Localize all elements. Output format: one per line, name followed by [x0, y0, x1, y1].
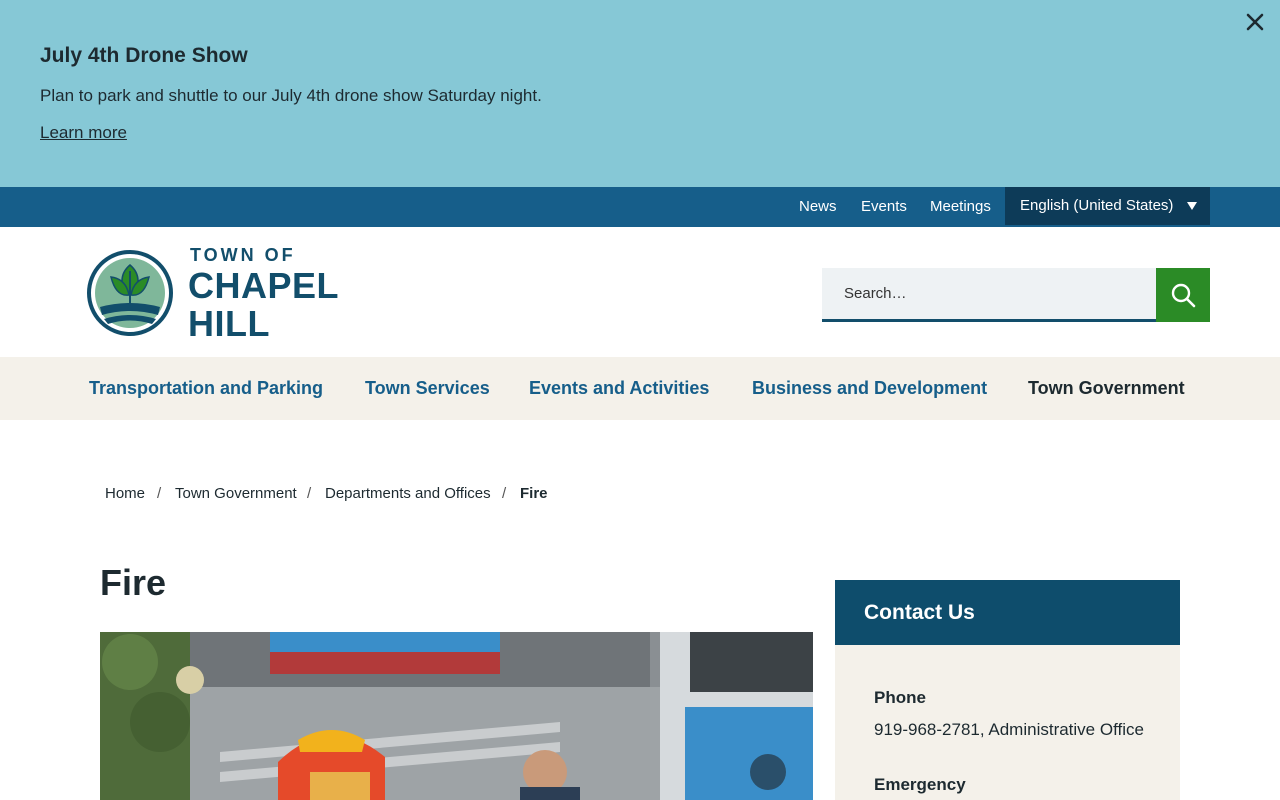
breadcrumb-separator: /: [307, 485, 312, 502]
nav-item-business-development[interactable]: Business and Development: [752, 357, 987, 420]
alert-learn-more-link[interactable]: Learn more: [40, 123, 127, 143]
site-logo[interactable]: TOWN OF CHAPEL HILL: [86, 245, 339, 344]
hero-image: [100, 632, 813, 800]
search-button[interactable]: [1156, 268, 1210, 322]
language-select-label: English (United States): [1020, 197, 1174, 214]
nav-item-events-activities[interactable]: Events and Activities: [529, 357, 709, 420]
contact-panel: Phone 919-968-2781, Administrative Offic…: [835, 645, 1180, 800]
phone-label: Phone: [874, 688, 926, 707]
breadcrumb-separator: /: [502, 485, 507, 502]
breadcrumb-current: Fire: [520, 485, 548, 502]
page-title: Fire: [100, 562, 167, 603]
nav-item-transportation[interactable]: Transportation and Parking: [89, 357, 323, 420]
breadcrumb-separator: /: [157, 485, 162, 502]
phone-value[interactable]: 919-968-2781, Administrative Office: [874, 720, 1144, 740]
utility-link-events[interactable]: Events: [861, 187, 907, 227]
breadcrumb-town-government[interactable]: Town Government: [175, 485, 297, 502]
utility-bar: News Events Meetings English (United Sta…: [0, 187, 1280, 227]
search-icon: [1171, 283, 1196, 308]
language-select[interactable]: English (United States): [1005, 187, 1210, 225]
breadcrumb-home[interactable]: Home: [105, 485, 145, 502]
contact-heading: Contact Us: [835, 580, 1180, 645]
search-input[interactable]: [822, 268, 1156, 322]
close-icon[interactable]: [1243, 10, 1267, 34]
logo-text-town-of: TOWN OF: [190, 245, 296, 265]
alert-title: July 4th Drone Show: [40, 44, 248, 67]
utility-link-meetings[interactable]: Meetings: [930, 187, 991, 227]
alert-text: Plan to park and shuttle to our July 4th…: [40, 86, 542, 105]
logo-text-hill: HILL: [188, 303, 270, 344]
emergency-label: Emergency: [874, 775, 966, 794]
tree-logo-icon: [87, 250, 173, 336]
main-nav: Transportation and Parking Town Services…: [0, 357, 1280, 420]
utility-link-news[interactable]: News: [799, 187, 837, 227]
breadcrumb-departments[interactable]: Departments and Offices: [325, 485, 491, 502]
logo-text-chapel: CHAPEL: [188, 265, 340, 306]
nav-item-town-government[interactable]: Town Government: [1028, 357, 1185, 420]
caret-down-icon: [1187, 202, 1197, 210]
alert-banner: July 4th Drone Show Plan to park and shu…: [0, 0, 1280, 187]
nav-item-town-services[interactable]: Town Services: [365, 357, 490, 420]
